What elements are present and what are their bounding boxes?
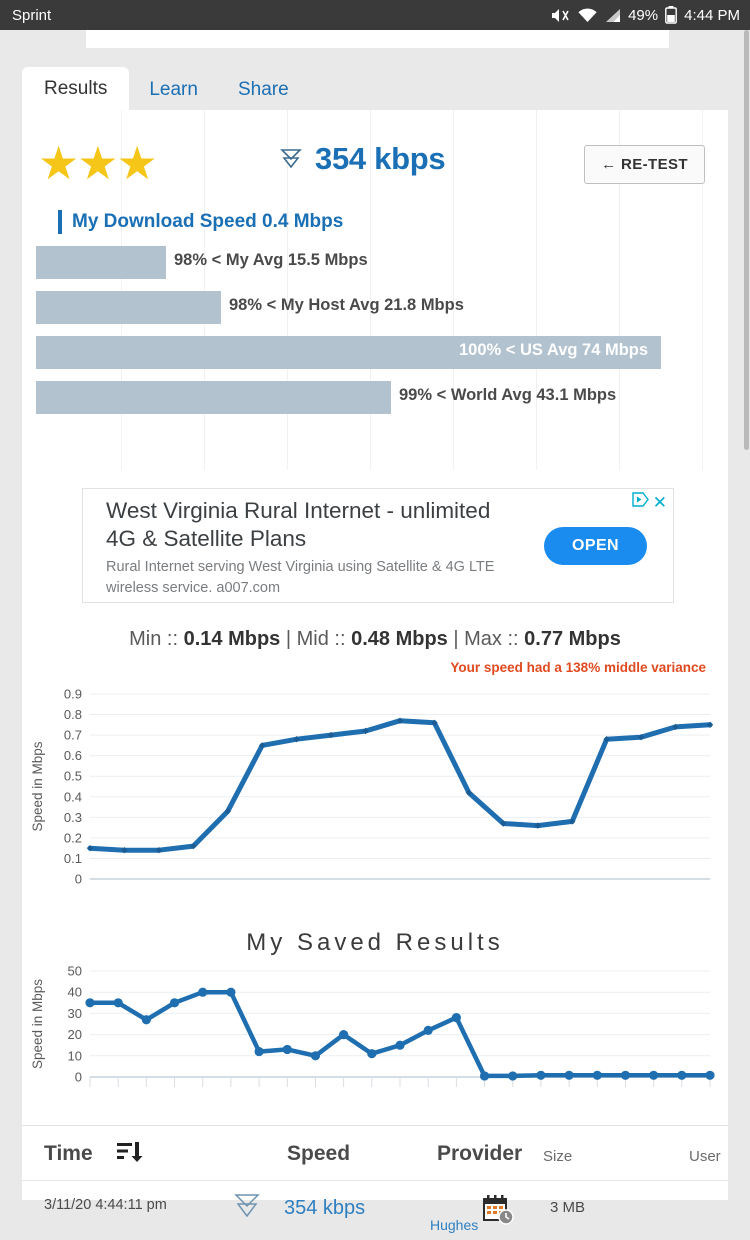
table-row: 98% < My Avg 15.5 Mbps: [22, 246, 728, 291]
svg-text:Speed in Mbps: Speed in Mbps: [30, 741, 45, 831]
bar-my-host-avg: [36, 291, 221, 324]
top-white-strip: [86, 30, 669, 48]
summary-row: ★★★ 354 kbps ← RE-TEST: [22, 130, 728, 196]
speed-readout: 354 kbps: [277, 141, 446, 177]
sep-2: |: [453, 628, 459, 650]
saved-results-chart: My Saved Results 0 10 20 30 40 50 Speed in Mbp…: [22, 925, 728, 1125]
svg-text:Speed in Mbps: Speed in Mbps: [30, 979, 45, 1069]
calendar-clock-icon: [482, 1195, 514, 1230]
table-header: Time Speed Provider Size User: [22, 1125, 728, 1180]
tab-results[interactable]: Results: [22, 67, 130, 110]
svg-text:40: 40: [68, 985, 82, 1000]
column-header-provider[interactable]: Provider: [437, 1142, 522, 1166]
ad-description: Rural Internet serving West Virginia usi…: [106, 559, 495, 597]
svg-text:0.4: 0.4: [64, 789, 82, 804]
svg-text:10: 10: [68, 1048, 82, 1063]
svg-text:0: 0: [75, 872, 82, 887]
download-arrow-icon: [277, 145, 305, 173]
results-card: ★★★ 354 kbps ← RE-TEST My Download Speed…: [22, 110, 728, 1233]
tab-share[interactable]: Share: [218, 70, 309, 110]
clock-label: 4:44 PM: [684, 6, 740, 24]
saved-results-title: My Saved Results: [246, 929, 504, 956]
mid-value: 0.48 Mbps: [351, 628, 448, 650]
svg-text:0.6: 0.6: [64, 748, 82, 763]
svg-text:0: 0: [75, 1070, 82, 1085]
min-label: Min ::: [129, 628, 179, 650]
retest-button[interactable]: ← RE-TEST: [584, 145, 705, 184]
table-row: 98% < My Host Avg 21.8 Mbps: [22, 291, 728, 336]
comparison-bars: 98% < My Avg 15.5 Mbps 98% < My Host Avg…: [22, 246, 728, 426]
download-arrow-icon: [232, 1191, 262, 1228]
svg-text:0.7: 0.7: [64, 728, 82, 743]
svg-text:30: 30: [68, 1006, 82, 1021]
sep-1: |: [285, 628, 292, 650]
results-table: Time Speed Provider Size User 3/11/20 4:…: [22, 1125, 728, 1240]
bar-label-world-avg: 99% < World Avg 43.1 Mbps: [399, 386, 617, 404]
column-header-user[interactable]: User: [689, 1148, 721, 1165]
table-row[interactable]: 3/11/20 4:44:11 pm 354 kbps Hughes 3 MB: [22, 1180, 728, 1240]
max-label: Max ::: [464, 628, 519, 650]
saved-results-chart-svg: 0 10 20 30 40 50 Speed in Mbps: [30, 964, 715, 1087]
bar-label-us-avg: 100% < US Avg 74 Mbps: [459, 341, 649, 359]
svg-text:0.5: 0.5: [64, 769, 82, 784]
minmidmax-row: Min :: 0.14 Mbps | Mid :: 0.48 Mbps | Ma…: [22, 628, 728, 651]
max-value: 0.77 Mbps: [524, 628, 621, 650]
svg-text:0.9: 0.9: [64, 687, 82, 702]
svg-text:20: 20: [68, 1027, 82, 1042]
table-row: 99% < World Avg 43.1 Mbps: [22, 381, 728, 426]
svg-text:50: 50: [68, 964, 82, 979]
mid-label: Mid ::: [296, 628, 346, 650]
close-icon[interactable]: ✕: [653, 494, 667, 511]
cell-size: 3 MB: [550, 1199, 586, 1216]
svg-text:0.8: 0.8: [64, 707, 82, 722]
svg-text:0.2: 0.2: [64, 830, 82, 845]
table-row: 100% < US Avg 74 Mbps: [22, 336, 728, 381]
bar-label-my-host-avg: 98% < My Host Avg 21.8 Mbps: [229, 296, 464, 314]
tab-bar: Results Learn Share: [22, 67, 728, 110]
adchoices-icon[interactable]: [632, 492, 649, 512]
cell-provider[interactable]: Hughes: [430, 1217, 478, 1233]
cell-time: 3/11/20 4:44:11 pm: [44, 1197, 167, 1213]
sort-icon[interactable]: [117, 1140, 143, 1169]
ad-badges: ✕: [632, 492, 667, 512]
current-speed-chart-svg: 0 0.1 0.2 0.3 0.4 0.5 0.6 0.7 0.8 0.9 Speed in Mbp…: [30, 687, 714, 887]
rating-stars: ★★★: [38, 137, 158, 189]
signal-icon: [604, 8, 621, 23]
column-header-size[interactable]: Size: [543, 1148, 572, 1165]
scrollbar[interactable]: [742, 30, 750, 1200]
cell-speed: 354 kbps: [284, 1197, 366, 1219]
app-page: Results Learn Share ★★★ 354 kbps ← RE-TE…: [0, 30, 750, 1233]
wifi-icon: [578, 8, 597, 23]
svg-text:0.3: 0.3: [64, 810, 82, 825]
bar-my-avg: [36, 246, 166, 279]
column-header-time[interactable]: Time: [44, 1142, 93, 1166]
variance-note: Your speed had a 138% middle variance: [450, 660, 706, 675]
svg-text:0.1: 0.1: [64, 851, 82, 866]
tab-learn[interactable]: Learn: [129, 70, 218, 110]
ad-headline: West Virginia Rural Internet - unlimited…: [106, 498, 491, 552]
battery-icon: [665, 6, 678, 24]
advertisement[interactable]: ✕ West Virginia Rural Internet - unlimit…: [82, 488, 674, 603]
download-speed-heading: My Download Speed 0.4 Mbps: [58, 210, 343, 234]
mute-icon: [551, 7, 571, 24]
ad-open-button[interactable]: OPEN: [544, 527, 647, 565]
speed-value: 354 kbps: [315, 141, 446, 176]
carrier-label: Sprint: [12, 6, 52, 24]
status-bar: Sprint 49% 4:44 PM: [0, 0, 750, 30]
bar-world-avg: [36, 381, 391, 414]
column-header-speed[interactable]: Speed: [287, 1142, 350, 1166]
battery-percent-label: 49%: [628, 6, 659, 24]
min-value: 0.14 Mbps: [183, 628, 281, 650]
current-speed-chart: 0 0.1 0.2 0.3 0.4 0.5 0.6 0.7 0.8 0.9 Speed in Mbp…: [22, 680, 728, 915]
scrollbar-thumb[interactable]: [744, 30, 749, 450]
bar-label-my-avg: 98% < My Avg 15.5 Mbps: [174, 251, 368, 269]
